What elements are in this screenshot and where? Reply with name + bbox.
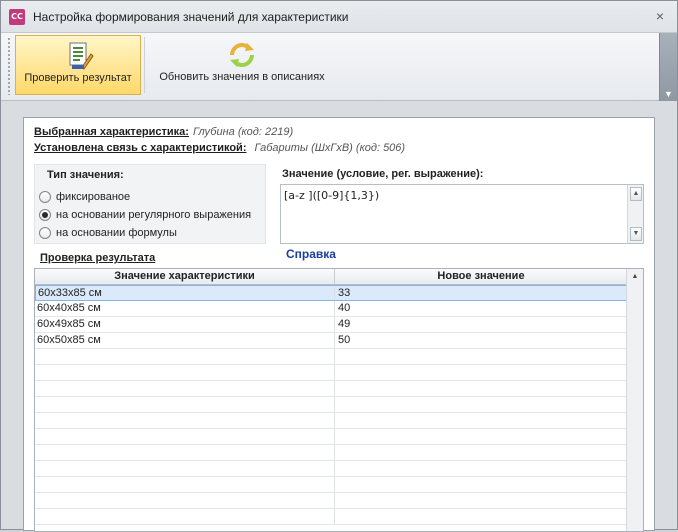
radio-label: фиксированое bbox=[56, 191, 131, 203]
cell-value[interactable]: 60x50x85 см bbox=[35, 333, 335, 348]
cell-new-value[interactable] bbox=[335, 397, 627, 412]
selected-characteristic-label: Выбранная характеристика: bbox=[34, 126, 189, 138]
cell-new-value[interactable]: 40 bbox=[335, 301, 627, 316]
empty-table-row[interactable] bbox=[35, 381, 627, 397]
result-grid: Значение характеристики Новое значение 6… bbox=[34, 268, 644, 532]
cell-new-value[interactable] bbox=[335, 445, 627, 460]
dialog-window: CC Настройка формирования значений для х… bbox=[0, 0, 678, 532]
empty-table-row[interactable] bbox=[35, 477, 627, 493]
cell-new-value[interactable]: 50 bbox=[335, 333, 627, 348]
table-row[interactable]: 60x50x85 см 50 bbox=[35, 333, 627, 349]
scroll-up-icon[interactable]: ▲ bbox=[630, 187, 642, 201]
cell-value[interactable]: 60x40x85 см bbox=[35, 301, 335, 316]
window-title: Настройка формирования значений для хара… bbox=[33, 10, 349, 24]
empty-table-row[interactable] bbox=[35, 397, 627, 413]
cell-new-value[interactable] bbox=[335, 477, 627, 492]
empty-table-row[interactable] bbox=[35, 493, 627, 509]
grid-body: 60x33x85 см 33 60x40x85 см 40 60x49x85 см 49 6… bbox=[35, 285, 627, 525]
value-input-title: Значение (условие, рег. выражение): bbox=[282, 168, 484, 180]
cell-value[interactable] bbox=[35, 445, 335, 460]
close-button[interactable]: × bbox=[651, 7, 669, 25]
check-result-button[interactable]: Проверить результат bbox=[15, 35, 141, 95]
cell-value[interactable] bbox=[35, 493, 335, 508]
cell-new-value[interactable] bbox=[335, 349, 627, 364]
empty-table-row[interactable] bbox=[35, 429, 627, 445]
table-row[interactable]: 60x40x85 см 40 bbox=[35, 301, 627, 317]
cell-new-value[interactable] bbox=[335, 509, 627, 524]
cell-value[interactable] bbox=[35, 381, 335, 396]
cell-value[interactable] bbox=[35, 477, 335, 492]
value-scrollbar[interactable]: ▲ ▼ bbox=[627, 185, 643, 243]
grid-header: Значение характеристики Новое значение bbox=[35, 269, 627, 285]
empty-table-row[interactable] bbox=[35, 413, 627, 429]
radio-formula[interactable]: на основании формулы bbox=[39, 225, 177, 241]
selected-characteristic-row: Выбранная характеристика: Глубина (код: 2… bbox=[34, 126, 293, 138]
value-type-group: Тип значения: фиксированое на основании … bbox=[34, 164, 266, 244]
ribbon-grip bbox=[7, 37, 11, 95]
linked-characteristic-label: Установлена связь с характеристикой: bbox=[34, 142, 247, 154]
table-row[interactable]: 60x33x85 см 33 bbox=[35, 285, 627, 301]
cell-value[interactable] bbox=[35, 413, 335, 428]
radio-regex[interactable]: на основании регулярного выражения bbox=[39, 207, 251, 223]
scroll-down-icon[interactable]: ▼ bbox=[630, 227, 642, 241]
grid-scrollbar[interactable]: ▲ bbox=[626, 269, 643, 531]
linked-characteristic-row: Установлена связь с характеристикой: Габа… bbox=[34, 142, 405, 154]
radio-label: на основании регулярного выражения bbox=[56, 209, 252, 221]
radio-circle[interactable] bbox=[39, 209, 51, 221]
empty-table-row[interactable] bbox=[35, 349, 627, 365]
radio-fixed[interactable]: фиксированое bbox=[39, 189, 130, 205]
cell-value[interactable]: 60x33x85 см bbox=[36, 286, 335, 300]
radio-circle[interactable] bbox=[39, 227, 51, 239]
title-bar: CC Настройка формирования значений для х… bbox=[1, 1, 677, 33]
cell-value[interactable] bbox=[35, 509, 335, 524]
cell-new-value[interactable] bbox=[335, 413, 627, 428]
value-textarea[interactable]: [a-z ]([0-9]{1,3}) ▲ ▼ bbox=[280, 184, 644, 244]
cell-value[interactable] bbox=[35, 461, 335, 476]
radio-label: на основании формулы bbox=[56, 227, 177, 239]
cell-value[interactable] bbox=[35, 429, 335, 444]
value-type-title: Тип значения: bbox=[47, 169, 124, 181]
value-text: [a-z ]([0-9]{1,3}) bbox=[284, 189, 380, 202]
document-edit-icon bbox=[69, 42, 94, 70]
cell-new-value[interactable] bbox=[335, 493, 627, 508]
app-icon: CC bbox=[9, 9, 25, 25]
cell-value[interactable]: 60x49x85 см bbox=[35, 317, 335, 332]
help-link[interactable]: Справка bbox=[286, 247, 336, 261]
chevron-down-icon: ▼ bbox=[664, 89, 673, 99]
empty-table-row[interactable] bbox=[35, 509, 627, 525]
cell-new-value[interactable] bbox=[335, 461, 627, 476]
cell-new-value[interactable]: 33 bbox=[335, 286, 626, 300]
content-panel: Выбранная характеристика: Глубина (код: 2… bbox=[23, 117, 655, 532]
check-result-label: Проверить результат bbox=[24, 72, 132, 84]
empty-table-row[interactable] bbox=[35, 365, 627, 381]
cell-new-value[interactable]: 49 bbox=[335, 317, 627, 332]
empty-table-row[interactable] bbox=[35, 461, 627, 477]
cell-new-value[interactable] bbox=[335, 429, 627, 444]
radio-circle[interactable] bbox=[39, 191, 51, 203]
linked-characteristic-value: Габариты (ШхГхВ) (код: 506) bbox=[254, 142, 406, 154]
cell-value[interactable] bbox=[35, 349, 335, 364]
table-row[interactable]: 60x49x85 см 49 bbox=[35, 317, 627, 333]
column-header-value[interactable]: Значение характеристики bbox=[35, 269, 335, 284]
update-descriptions-button[interactable]: Обновить значения в описаниях bbox=[147, 35, 337, 95]
update-descriptions-label: Обновить значения в описаниях bbox=[159, 71, 325, 83]
ribbon-side-bar[interactable]: ▼ bbox=[659, 33, 677, 101]
ribbon-separator bbox=[144, 37, 145, 93]
cell-value[interactable] bbox=[35, 365, 335, 380]
cell-value[interactable] bbox=[35, 397, 335, 412]
cell-new-value[interactable] bbox=[335, 365, 627, 380]
column-header-new-value[interactable]: Новое значение bbox=[335, 269, 627, 284]
result-check-title: Проверка результата bbox=[40, 252, 156, 264]
cell-new-value[interactable] bbox=[335, 381, 627, 396]
ribbon-toolbar: Проверить результат Обновить значения в … bbox=[1, 33, 677, 101]
selected-characteristic-value: Глубина (код: 2219) bbox=[192, 126, 294, 138]
empty-table-row[interactable] bbox=[35, 445, 627, 461]
scroll-up-icon[interactable]: ▲ bbox=[629, 270, 641, 284]
refresh-icon bbox=[230, 43, 254, 67]
